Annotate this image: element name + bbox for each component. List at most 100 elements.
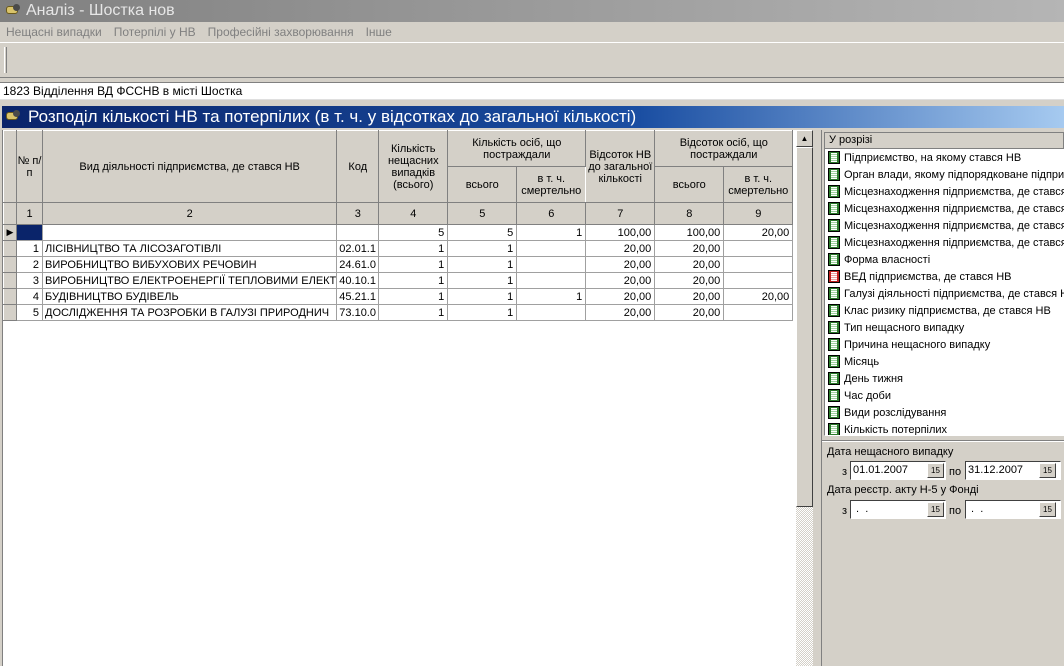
cell-pct-fatal[interactable]	[723, 304, 794, 321]
toolbar-grip[interactable]	[4, 47, 7, 73]
cell-code[interactable]: 24.61.0	[336, 256, 380, 273]
header-code[interactable]: Код	[336, 130, 380, 203]
breakdown-item-investigation[interactable]: Види розслідування	[825, 404, 1064, 421]
cell-activity[interactable]: ВИРОБНИЦТВО ВИБУХОВИХ РЕЧОВИН	[41, 256, 338, 273]
breakdown-list[interactable]: У розрізі Підприємство, на якому стався …	[824, 132, 1064, 436]
breakdown-list-header[interactable]: У розрізі	[825, 133, 1064, 149]
header-cases[interactable]: Кількість нещасних випадків (всього)	[378, 130, 449, 203]
cell-pct-fatal[interactable]	[723, 240, 794, 257]
panel-splitter[interactable]	[813, 130, 821, 666]
cell-code[interactable]	[336, 224, 380, 241]
cell-num[interactable]: 3	[16, 272, 43, 289]
cell-code[interactable]: 45.21.1	[336, 288, 380, 305]
cell-pct-cases[interactable]: 20,00	[585, 272, 656, 289]
breakdown-item-month[interactable]: Місяць	[825, 353, 1064, 370]
breakdown-item-enterprise[interactable]: Підприємство, на якому стався НВ	[825, 149, 1064, 166]
cell-cases[interactable]: 1	[378, 256, 449, 273]
selected-cell[interactable]	[16, 224, 43, 241]
menu-other[interactable]: Інше	[360, 25, 398, 39]
cell-num[interactable]: 4	[16, 288, 43, 305]
header-num[interactable]: № п/п	[16, 130, 43, 203]
calendar-icon[interactable]: 15	[927, 463, 944, 478]
cell-num[interactable]: 1	[16, 240, 43, 257]
cell-pct-fatal[interactable]: 20,00	[723, 224, 794, 241]
cell-pct-persons[interactable]: 20,00	[654, 304, 725, 321]
scroll-thumb[interactable]	[796, 147, 813, 507]
breakdown-item-cause[interactable]: Причина нещасного випадку	[825, 336, 1064, 353]
cell-pct-persons[interactable]: 20,00	[654, 288, 725, 305]
header-pct-cases[interactable]: Відсоток НВ до загальної кількості	[585, 130, 656, 203]
breakdown-item-location-4[interactable]: Місцезнаходження підприємства, де стався…	[825, 234, 1064, 251]
breakdown-item-location-3[interactable]: Місцезнаходження підприємства, де стався…	[825, 217, 1064, 234]
cell-pct-persons[interactable]: 100,00	[654, 224, 725, 241]
cell-code[interactable]: 40.10.1	[336, 272, 380, 289]
cell-pct-persons[interactable]: 20,00	[654, 256, 725, 273]
cell-cases[interactable]: 1	[378, 288, 449, 305]
cell-persons[interactable]: 1	[447, 272, 518, 289]
menu-accidents[interactable]: Нещасні випадки	[0, 25, 108, 39]
scroll-up-arrow-icon[interactable]: ▲	[796, 130, 813, 147]
cell-activity[interactable]	[41, 224, 338, 241]
cell-persons[interactable]: 1	[447, 288, 518, 305]
breakdown-item-industry[interactable]: Галузі діяльності підприємства, де ставс…	[825, 285, 1064, 302]
cell-fatal[interactable]	[516, 256, 587, 273]
table-row[interactable]: 3 ВИРОБНИЦТВО ЕЛЕКТРОЕНЕРГІЇ ТЕПЛОВИМИ Е…	[3, 272, 794, 289]
cell-cases[interactable]: 1	[378, 240, 449, 257]
breakdown-item-authority[interactable]: Орган влади, якому підпорядковане підпри…	[825, 166, 1064, 183]
cell-persons[interactable]: 1	[447, 240, 518, 257]
cell-activity[interactable]: ЛІСІВНИЦТВО ТА ЛІСОЗАГОТІВЛІ	[41, 240, 338, 257]
cell-pct-persons[interactable]: 20,00	[654, 240, 725, 257]
header-activity[interactable]: Вид діяльності підприємства, де стався Н…	[41, 130, 338, 203]
cell-code[interactable]: 02.01.1	[336, 240, 380, 257]
cell-pct-cases[interactable]: 20,00	[585, 288, 656, 305]
cell-fatal[interactable]	[516, 272, 587, 289]
breakdown-item-time-of-day[interactable]: Час доби	[825, 387, 1064, 404]
breakdown-item-location-1[interactable]: Місцезнаходження підприємства, де стався…	[825, 183, 1064, 200]
cell-pct-cases[interactable]: 20,00	[585, 256, 656, 273]
breakdown-item-weekday[interactable]: День тижня	[825, 370, 1064, 387]
cell-cases[interactable]: 5	[378, 224, 449, 241]
breakdown-item-location-2[interactable]: Місцезнаходження підприємства, де стався…	[825, 200, 1064, 217]
cell-code[interactable]: 73.10.0	[336, 304, 380, 321]
cell-activity[interactable]: БУДІВНИЦТВО БУДІВЕЛЬ	[41, 288, 338, 305]
table-row[interactable]: 2 ВИРОБНИЦТВО ВИБУХОВИХ РЕЧОВИН 24.61.0 …	[3, 256, 794, 273]
cell-cases[interactable]: 1	[378, 272, 449, 289]
header-persons-fatal[interactable]: в т. ч. смертельно	[516, 166, 587, 203]
cell-fatal[interactable]	[516, 304, 587, 321]
calendar-icon[interactable]: 15	[1039, 463, 1056, 478]
header-persons[interactable]: Кількість осіб, що постраждали	[447, 130, 587, 167]
cell-num[interactable]: 2	[16, 256, 43, 273]
cell-fatal[interactable]	[516, 240, 587, 257]
cell-pct-fatal[interactable]: 20,00	[723, 288, 794, 305]
breakdown-item-victim-count[interactable]: Кількість потерпілих	[825, 421, 1064, 435]
header-pct-fatal[interactable]: в т. ч. смертельно	[723, 166, 794, 203]
table-row[interactable]: 5 ДОСЛІДЖЕННЯ ТА РОЗРОБКИ В ГАЛУЗІ ПРИРО…	[3, 304, 794, 321]
grid-vertical-scrollbar[interactable]: ▲	[796, 130, 813, 666]
cell-pct-cases[interactable]: 20,00	[585, 240, 656, 257]
header-persons-total[interactable]: всього	[447, 166, 518, 203]
cell-cases[interactable]: 1	[378, 304, 449, 321]
table-row[interactable]: 1 ЛІСІВНИЦТВО ТА ЛІСОЗАГОТІВЛІ 02.01.1 1…	[3, 240, 794, 257]
cell-pct-cases[interactable]: 100,00	[585, 224, 656, 241]
header-pct-persons[interactable]: Відсоток осіб, що постраждали	[654, 130, 794, 167]
total-row[interactable]: ▶ 5 5 1 100,00 100,00 20,00	[3, 224, 794, 241]
cell-persons[interactable]: 1	[447, 256, 518, 273]
cell-activity[interactable]: ВИРОБНИЦТВО ЕЛЕКТРОЕНЕРГІЇ ТЕПЛОВИМИ ЕЛЕ…	[41, 272, 338, 289]
cell-pct-persons[interactable]: 20,00	[654, 272, 725, 289]
calendar-icon[interactable]: 15	[1039, 502, 1056, 517]
cell-pct-fatal[interactable]	[723, 272, 794, 289]
cell-persons[interactable]: 5	[447, 224, 518, 241]
menu-occupational-diseases[interactable]: Професійні захворювання	[202, 25, 360, 39]
cell-pct-cases[interactable]: 20,00	[585, 304, 656, 321]
calendar-icon[interactable]: 15	[927, 502, 944, 517]
breakdown-item-ownership[interactable]: Форма власності	[825, 251, 1064, 268]
cell-fatal[interactable]: 1	[516, 224, 587, 241]
cell-fatal[interactable]: 1	[516, 288, 587, 305]
header-pct-total[interactable]: всього	[654, 166, 725, 203]
data-grid[interactable]: № п/п Вид діяльності підприємства, де ст…	[2, 130, 796, 666]
cell-persons[interactable]: 1	[447, 304, 518, 321]
cell-pct-fatal[interactable]	[723, 256, 794, 273]
cell-num[interactable]: 5	[16, 304, 43, 321]
breakdown-item-accident-type[interactable]: Тип нещасного випадку	[825, 319, 1064, 336]
breakdown-item-ved[interactable]: ВЕД підприємства, де стався НВ	[825, 268, 1064, 285]
